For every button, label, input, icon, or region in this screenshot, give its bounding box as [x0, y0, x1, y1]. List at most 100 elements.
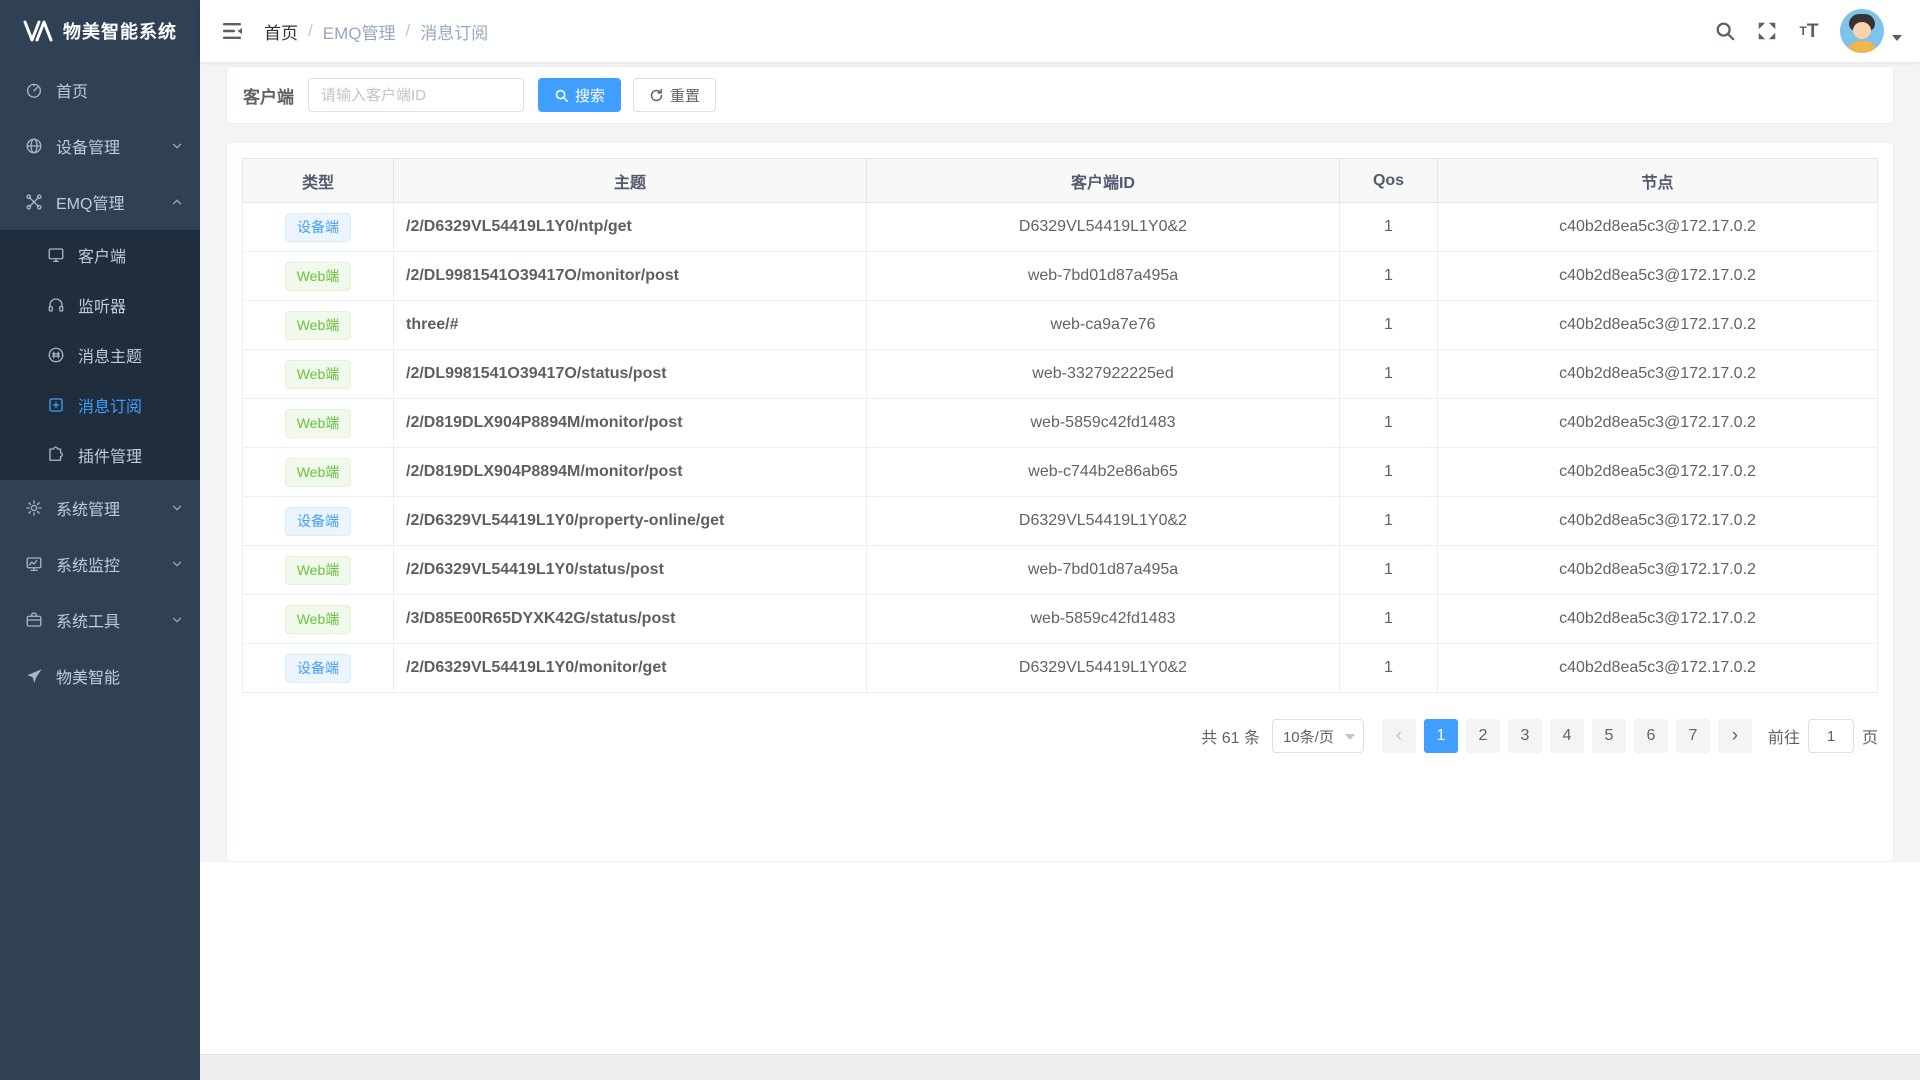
- page-button-3[interactable]: 3: [1508, 719, 1542, 753]
- send-icon: [24, 666, 44, 686]
- topic-cell: /2/D6329VL54419L1Y0/monitor/get: [394, 644, 867, 693]
- table-row: Web端/3/D85E00R65DYXK42G/status/postweb-5…: [243, 595, 1878, 644]
- sidebar-item[interactable]: 系统管理: [0, 480, 200, 536]
- topbar: 首页 / EMQ管理 / 消息订阅 TT: [200, 0, 1920, 62]
- qos-cell: 1: [1340, 399, 1438, 448]
- chevron-down-icon: [1892, 35, 1902, 41]
- page-button-5[interactable]: 5: [1592, 719, 1626, 753]
- sidebar-item-label: 监听器: [78, 293, 184, 317]
- column-header: 主题: [394, 159, 867, 203]
- sidebar-item[interactable]: 设备管理: [0, 118, 200, 174]
- node-cell: c40b2d8ea5c3@172.17.0.2: [1438, 595, 1878, 644]
- breadcrumb-home[interactable]: 首页: [264, 19, 298, 44]
- type-tag: 设备端: [285, 213, 351, 242]
- type-tag: Web端: [285, 360, 352, 389]
- total-count: 共 61 条: [1201, 724, 1260, 748]
- brand-logo-icon: [23, 19, 53, 43]
- chevron-down-icon: [170, 557, 184, 571]
- table-row: 设备端/2/D6329VL54419L1Y0/property-online/g…: [243, 497, 1878, 546]
- prev-page-button[interactable]: ‹: [1382, 719, 1416, 753]
- node-cell: c40b2d8ea5c3@172.17.0.2: [1438, 546, 1878, 595]
- column-header: 类型: [243, 159, 394, 203]
- table-row: Web端/2/D6329VL54419L1Y0/status/postweb-7…: [243, 546, 1878, 595]
- pagination: 共 61 条 10条/页 ‹ 1234567 › 前往 页: [242, 719, 1878, 753]
- settings-icon: [24, 498, 44, 518]
- chevron-down-icon: [170, 613, 184, 627]
- message-topic-icon: [46, 345, 66, 365]
- goto-page-input[interactable]: [1808, 719, 1854, 753]
- sidebar-item[interactable]: 消息订阅: [0, 380, 200, 430]
- user-menu[interactable]: [1840, 9, 1902, 53]
- reset-button[interactable]: 重置: [633, 78, 716, 112]
- page-content: 客户端 搜索 重置 类型主题客户端IDQos节点 设备: [200, 62, 1920, 862]
- column-header: 节点: [1438, 159, 1878, 203]
- topic-cell: /2/D819DLX904P8894M/monitor/post: [394, 448, 867, 497]
- client-id-cell: web-ca9a7e76: [867, 301, 1340, 350]
- type-tag: Web端: [285, 605, 352, 634]
- horizontal-scrollbar[interactable]: [200, 1054, 1920, 1080]
- page-button-2[interactable]: 2: [1466, 719, 1500, 753]
- qos-cell: 1: [1340, 252, 1438, 301]
- sidebar-item-label: 设备管理: [56, 134, 170, 158]
- app-title: 物美智能系统: [63, 18, 177, 44]
- sidebar-item[interactable]: 插件管理: [0, 430, 200, 480]
- subscriptions-table-card: 类型主题客户端IDQos节点 设备端/2/D6329VL54419L1Y0/nt…: [226, 142, 1894, 862]
- table-body: 设备端/2/D6329VL54419L1Y0/ntp/getD6329VL544…: [243, 203, 1878, 693]
- node-cell: c40b2d8ea5c3@172.17.0.2: [1438, 350, 1878, 399]
- sidebar-item-label: 系统工具: [56, 608, 170, 632]
- search-form: 客户端 搜索 重置: [226, 66, 1894, 124]
- client-id-cell: web-3327922225ed: [867, 350, 1340, 399]
- page-button-6[interactable]: 6: [1634, 719, 1668, 753]
- dashboard-icon: [24, 80, 44, 100]
- breadcrumb-emq: EMQ管理: [323, 19, 396, 44]
- next-page-button[interactable]: ›: [1718, 719, 1752, 753]
- topic-cell: /2/DL9981541O39417O/status/post: [394, 350, 867, 399]
- font-size-icon[interactable]: TT: [1798, 20, 1820, 42]
- breadcrumb-current: 消息订阅: [420, 19, 488, 44]
- refresh-icon: [649, 88, 664, 103]
- qos-cell: 1: [1340, 350, 1438, 399]
- client-id-cell: web-c744b2e86ab65: [867, 448, 1340, 497]
- search-button[interactable]: 搜索: [538, 78, 621, 112]
- sidebar-menu: 首页设备管理 EMQ管理客户端监听器消息主题消息订阅插件管理系统管理系统监控系统工…: [0, 62, 200, 1080]
- table-row: 设备端/2/D6329VL54419L1Y0/monitor/getD6329V…: [243, 644, 1878, 693]
- sidebar-item[interactable]: 系统工具: [0, 592, 200, 648]
- sidebar-item-label: 客户端: [78, 243, 184, 267]
- sidebar-item[interactable]: 监听器: [0, 280, 200, 330]
- node-cell: c40b2d8ea5c3@172.17.0.2: [1438, 644, 1878, 693]
- logo[interactable]: 物美智能系统: [0, 0, 200, 62]
- page-button-1[interactable]: 1: [1424, 719, 1458, 753]
- sidebar-item[interactable]: 物美智能: [0, 648, 200, 704]
- fullscreen-icon[interactable]: [1756, 20, 1778, 42]
- sidebar-item-label: 消息订阅: [78, 393, 184, 417]
- node-cell: c40b2d8ea5c3@172.17.0.2: [1438, 497, 1878, 546]
- page-button-4[interactable]: 4: [1550, 719, 1584, 753]
- qos-cell: 1: [1340, 497, 1438, 546]
- sidebar-collapse-icon[interactable]: [220, 19, 244, 43]
- subscriptions-table: 类型主题客户端IDQos节点 设备端/2/D6329VL54419L1Y0/nt…: [242, 158, 1878, 693]
- table-row: Web端three/#web-ca9a7e761c40b2d8ea5c3@172…: [243, 301, 1878, 350]
- page-size-select[interactable]: 10条/页: [1272, 719, 1364, 753]
- monitor-icon: [24, 554, 44, 574]
- avatar[interactable]: [1840, 9, 1884, 53]
- sidebar-item[interactable]: EMQ管理: [0, 174, 200, 230]
- client-id-cell: D6329VL54419L1Y0&2: [867, 644, 1340, 693]
- client-id-input[interactable]: [308, 78, 524, 112]
- sidebar-item[interactable]: 客户端: [0, 230, 200, 280]
- search-icon: [554, 88, 569, 103]
- sidebar-item[interactable]: 首页: [0, 62, 200, 118]
- search-icon[interactable]: [1714, 20, 1736, 42]
- client-id-cell: D6329VL54419L1Y0&2: [867, 497, 1340, 546]
- page-button-7[interactable]: 7: [1676, 719, 1710, 753]
- topbar-actions: TT: [1714, 9, 1902, 53]
- table-row: Web端/2/D819DLX904P8894M/monitor/postweb-…: [243, 399, 1878, 448]
- topic-cell: /2/DL9981541O39417O/monitor/post: [394, 252, 867, 301]
- type-tag: 设备端: [285, 654, 351, 683]
- node-cell: c40b2d8ea5c3@172.17.0.2: [1438, 399, 1878, 448]
- sidebar-item[interactable]: 消息主题: [0, 330, 200, 380]
- node-cell: c40b2d8ea5c3@172.17.0.2: [1438, 252, 1878, 301]
- sidebar-item[interactable]: 系统监控: [0, 536, 200, 592]
- sidebar-item-label: 插件管理: [78, 443, 184, 467]
- qos-cell: 1: [1340, 448, 1438, 497]
- topic-cell: three/#: [394, 301, 867, 350]
